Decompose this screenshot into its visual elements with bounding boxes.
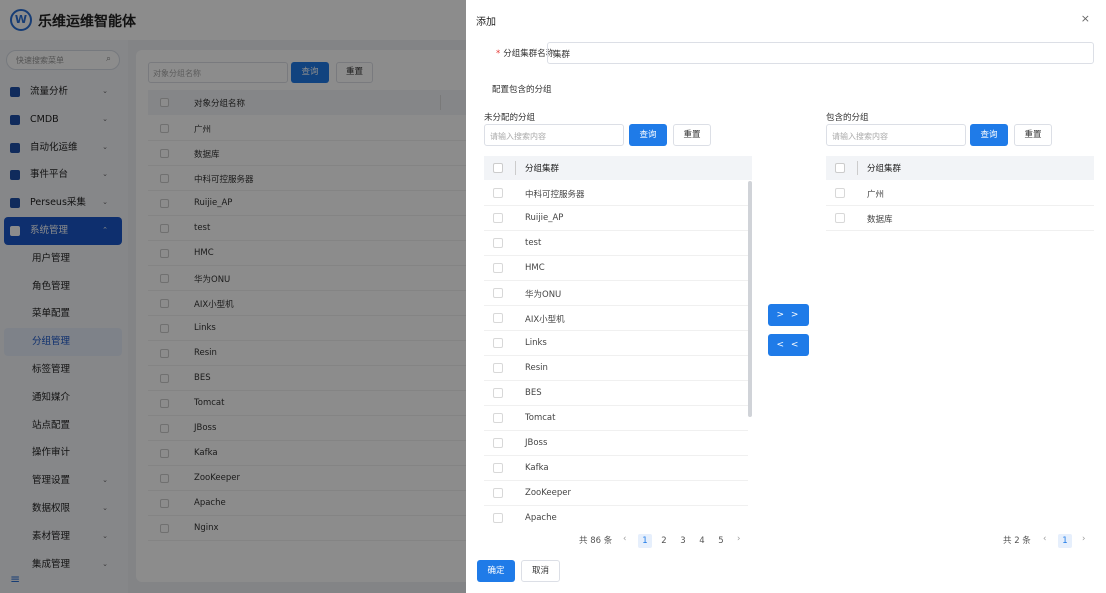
- included-table-header: 分组集群: [826, 156, 1094, 180]
- item-label: Ruijie_AP: [525, 213, 564, 223]
- item-checkbox[interactable]: [493, 213, 503, 223]
- item-checkbox[interactable]: [493, 488, 503, 498]
- config-groups-label: 配置包含的分组: [492, 85, 552, 95]
- included-select-all-checkbox[interactable]: [835, 163, 845, 173]
- list-item[interactable]: 中科可控服务器: [484, 181, 748, 206]
- name-field-label: * 分组集群名称: [496, 47, 554, 59]
- item-label: Kafka: [525, 463, 549, 473]
- unassigned-pagination: 共 86 条 ‹ 1 2 3 4 5 ›: [579, 534, 749, 548]
- page-1-button[interactable]: 1: [1058, 534, 1072, 548]
- item-checkbox[interactable]: [493, 263, 503, 273]
- unassigned-reset-button[interactable]: 重置: [673, 124, 711, 146]
- list-item[interactable]: Ruijie_AP: [484, 206, 748, 231]
- item-label: HMC: [525, 263, 545, 273]
- list-item[interactable]: BES: [484, 381, 748, 406]
- item-label: Apache: [525, 513, 557, 523]
- item-checkbox[interactable]: [493, 288, 503, 298]
- unassigned-search-input[interactable]: 请输入搜索内容: [484, 124, 624, 146]
- cancel-button[interactable]: 取消: [521, 560, 560, 582]
- item-checkbox[interactable]: [835, 213, 845, 223]
- drawer-title: 添加: [476, 17, 496, 28]
- item-checkbox[interactable]: [493, 363, 503, 373]
- item-checkbox[interactable]: [493, 238, 503, 248]
- item-checkbox[interactable]: [493, 313, 503, 323]
- list-item[interactable]: HMC: [484, 256, 748, 281]
- list-item[interactable]: test: [484, 231, 748, 256]
- item-checkbox[interactable]: [493, 463, 503, 473]
- list-item[interactable]: 华为ONU: [484, 281, 748, 306]
- included-query-button[interactable]: 查询: [970, 124, 1008, 146]
- item-label: 数据库: [867, 215, 893, 225]
- item-label: BES: [525, 388, 542, 398]
- item-label: JBoss: [525, 438, 548, 448]
- unassigned-select-all-checkbox[interactable]: [493, 163, 503, 173]
- column-divider: [515, 161, 516, 175]
- required-mark: *: [496, 49, 501, 59]
- included-title: 包含的分组: [826, 113, 869, 123]
- list-item[interactable]: Resin: [484, 356, 748, 381]
- move-right-button[interactable]: > >: [768, 304, 809, 326]
- confirm-button[interactable]: 确定: [477, 560, 515, 582]
- included-reset-button[interactable]: 重置: [1014, 124, 1052, 146]
- included-column-header: 分组集群: [867, 164, 902, 174]
- next-page-icon[interactable]: ›: [1082, 534, 1085, 544]
- page-4-button[interactable]: 4: [695, 534, 709, 548]
- list-item[interactable]: Tomcat: [484, 406, 748, 431]
- move-left-button[interactable]: < <: [768, 334, 809, 356]
- item-label: Links: [525, 338, 547, 348]
- unassigned-search-placeholder: 请输入搜索内容: [490, 132, 546, 141]
- list-item[interactable]: 广州: [826, 181, 1094, 206]
- page-3-button[interactable]: 3: [676, 534, 690, 548]
- unassigned-title: 未分配的分组: [484, 113, 536, 123]
- list-item[interactable]: Apache: [484, 506, 748, 527]
- add-drawer: 添加 × * 分组集群名称 集群 配置包含的分组 未分配的分组 请输入搜索内容 查…: [466, 0, 1106, 593]
- item-label: test: [525, 238, 542, 248]
- unassigned-table-header: 分组集群: [484, 156, 752, 180]
- included-search-input[interactable]: 请输入搜索内容: [826, 124, 966, 146]
- next-page-icon[interactable]: ›: [737, 534, 740, 544]
- included-search-placeholder: 请输入搜索内容: [832, 132, 888, 141]
- list-item[interactable]: Kafka: [484, 456, 748, 481]
- included-list: 广州 数据库: [826, 181, 1094, 241]
- item-label: 中科可控服务器: [525, 190, 585, 200]
- unassigned-scrollbar[interactable]: [748, 181, 752, 417]
- item-checkbox[interactable]: [493, 438, 503, 448]
- cluster-name-input[interactable]: 集群: [547, 42, 1094, 64]
- unassigned-total: 共 86 条: [579, 536, 613, 546]
- prev-page-icon[interactable]: ‹: [623, 534, 626, 544]
- page-2-button[interactable]: 2: [657, 534, 671, 548]
- page-5-button[interactable]: 5: [714, 534, 728, 548]
- item-label: ZooKeeper: [525, 488, 571, 498]
- close-icon[interactable]: ×: [1081, 12, 1090, 25]
- item-checkbox[interactable]: [835, 188, 845, 198]
- item-checkbox[interactable]: [493, 513, 503, 523]
- page-1-button[interactable]: 1: [638, 534, 652, 548]
- list-item[interactable]: Links: [484, 331, 748, 356]
- item-checkbox[interactable]: [493, 338, 503, 348]
- item-label: Resin: [525, 363, 548, 373]
- prev-page-icon[interactable]: ‹: [1043, 534, 1046, 544]
- item-checkbox[interactable]: [493, 413, 503, 423]
- included-total: 共 2 条: [1003, 536, 1031, 546]
- list-item[interactable]: AIX小型机: [484, 306, 748, 331]
- unassigned-query-button[interactable]: 查询: [629, 124, 667, 146]
- column-divider: [857, 161, 858, 175]
- item-label: 广州: [867, 190, 885, 200]
- item-label: 华为ONU: [525, 290, 562, 300]
- item-label: Tomcat: [525, 413, 556, 423]
- item-label: AIX小型机: [525, 315, 565, 325]
- unassigned-list: 中科可控服务器 Ruijie_APtest HMC 华为ONU AIX小型机 Links R…: [484, 181, 748, 527]
- list-item[interactable]: JBoss: [484, 431, 748, 456]
- included-pagination: 共 2 条 ‹ 1 ›: [1003, 534, 1093, 548]
- list-item[interactable]: ZooKeeper: [484, 481, 748, 506]
- item-checkbox[interactable]: [493, 388, 503, 398]
- cluster-name-value: 集群: [553, 50, 571, 60]
- item-checkbox[interactable]: [493, 188, 503, 198]
- list-item[interactable]: 数据库: [826, 206, 1094, 231]
- unassigned-column-header: 分组集群: [525, 164, 560, 174]
